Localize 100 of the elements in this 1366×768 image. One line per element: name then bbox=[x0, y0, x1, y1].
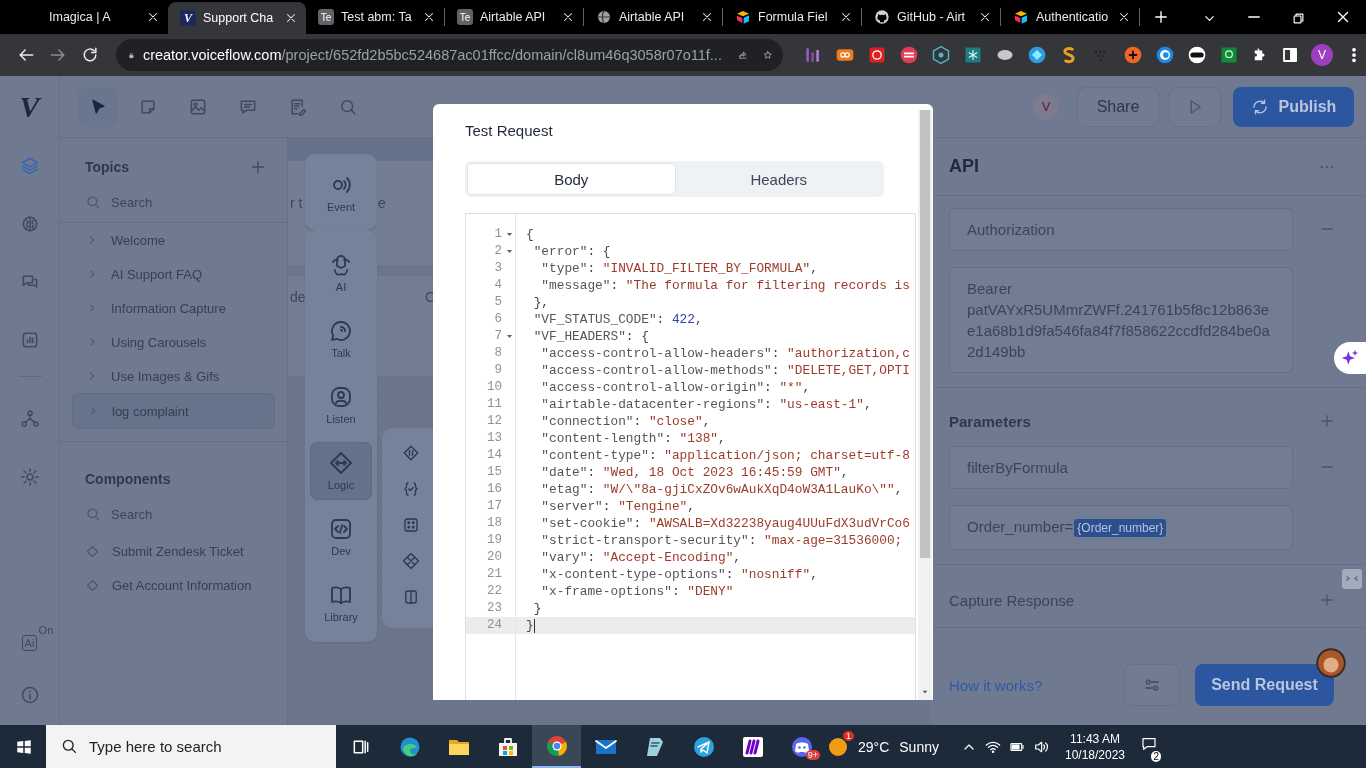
line-number: 5 bbox=[494, 294, 502, 311]
step-button[interactable]: Library bbox=[310, 574, 372, 632]
topic-item[interactable]: AI Support FAQ bbox=[72, 257, 275, 291]
sliders-icon bbox=[1143, 676, 1161, 694]
search-icon bbox=[85, 194, 101, 210]
scroll-down-icon[interactable] bbox=[921, 688, 929, 696]
close-tab-icon[interactable] bbox=[978, 10, 992, 24]
component-item[interactable]: Submit Zendesk Ticket bbox=[72, 534, 275, 568]
flow-nodes-icon[interactable] bbox=[19, 409, 40, 429]
browser-tab[interactable]: GitHub - Airt bbox=[862, 2, 1000, 32]
topic-item[interactable]: Use Images & Gifs bbox=[72, 359, 275, 393]
line-number: 21 bbox=[487, 566, 502, 583]
header-value-field[interactable]: Bearer patVAYxR5UMmrZWFf.241761b5f8c12b863ee1a68b1d9fa546fa84f7f858622ccdfd284be0a2d149bb bbox=[949, 267, 1293, 373]
profile-avatar[interactable]: V bbox=[1311, 44, 1333, 66]
line-number: 7 bbox=[494, 328, 502, 345]
user-avatar[interactable]: V bbox=[1033, 93, 1059, 120]
user-icon bbox=[329, 385, 353, 409]
bug-icon[interactable] bbox=[963, 45, 983, 65]
kite-icon[interactable] bbox=[1027, 45, 1047, 65]
fold-arrow-icon[interactable] bbox=[505, 247, 514, 256]
step-button[interactable]: Talk bbox=[310, 310, 372, 368]
dice-icon[interactable] bbox=[402, 516, 420, 534]
step-button[interactable]: Listen bbox=[310, 376, 372, 434]
header-key-field[interactable]: Authorization bbox=[949, 208, 1293, 251]
bot-avatar-icon[interactable] bbox=[1316, 648, 1346, 678]
browser-tab[interactable]: Formula Fiel bbox=[723, 2, 861, 32]
browser-tab[interactable]: Airtable API bbox=[584, 2, 722, 32]
topic-item[interactable]: Using Carousels bbox=[72, 325, 275, 359]
close-tab-icon[interactable] bbox=[284, 11, 298, 25]
side-panel-icon[interactable] bbox=[1281, 46, 1299, 64]
step-button[interactable]: Dev bbox=[310, 508, 372, 566]
stripes-icon[interactable] bbox=[899, 45, 919, 65]
code-line: "connection": "close", bbox=[540, 413, 712, 430]
browser-tab[interactable]: V Support Cha bbox=[168, 2, 306, 34]
line-number: 14 bbox=[487, 447, 502, 464]
weather-condition[interactable]: Sunny bbox=[899, 738, 939, 755]
send-request-button[interactable]: Send Request bbox=[1195, 664, 1334, 706]
param-key-field[interactable]: filterByFormula bbox=[949, 446, 1293, 489]
pill-icon[interactable] bbox=[1187, 45, 1207, 65]
fold-arrow-icon[interactable] bbox=[505, 332, 514, 341]
ring-icon[interactable] bbox=[1155, 45, 1175, 65]
step-button[interactable]: AI bbox=[310, 244, 372, 302]
line-number: 8 bbox=[494, 345, 502, 362]
line-number: 12 bbox=[487, 413, 502, 430]
clock-time[interactable]: 11:43 AM bbox=[1070, 730, 1120, 747]
share-button[interactable]: Share bbox=[1077, 86, 1159, 127]
code-line: "VF_HEADERS": { bbox=[532, 328, 650, 345]
diamond-icon bbox=[85, 577, 100, 593]
variable-tag: {Order_number} bbox=[1074, 519, 1167, 537]
temperature[interactable]: 29°C bbox=[858, 738, 890, 755]
diamond-arrows-icon bbox=[329, 451, 353, 475]
cube-logo-icon bbox=[735, 9, 751, 25]
close-tab-icon[interactable] bbox=[146, 10, 160, 24]
leaf-badge-icon[interactable] bbox=[1219, 45, 1239, 65]
topic-item[interactable]: Welcome bbox=[72, 223, 275, 257]
diamond-cross-icon[interactable] bbox=[402, 552, 420, 570]
code-line: "access-control-allow-origin": "*", bbox=[540, 379, 812, 396]
browser-tab[interactable]: Te Airtable API bbox=[445, 2, 583, 32]
code-line: "strict-transport-security": "max-age=31536000; bbox=[540, 532, 904, 549]
pointer-icon[interactable] bbox=[78, 86, 118, 127]
assistant-button[interactable] bbox=[1334, 342, 1366, 374]
line-number: 19 bbox=[487, 532, 502, 549]
fold-arrow-icon[interactable] bbox=[505, 230, 514, 239]
notification-icon[interactable] bbox=[1141, 735, 1158, 752]
close-tab-icon[interactable] bbox=[839, 10, 853, 24]
browser-tab[interactable]: Imagica | A bbox=[30, 2, 168, 32]
plus-circle-icon[interactable] bbox=[1123, 45, 1143, 65]
taskbar-search-field[interactable]: Type here to search bbox=[46, 725, 336, 768]
section-title: Topics bbox=[85, 159, 130, 175]
tab[interactable]: Body bbox=[467, 163, 676, 195]
restore-icon[interactable] bbox=[1291, 11, 1306, 26]
address-bar[interactable]: creator.voiceflow.com/project/652fd2b5bc524687ac01ffcc/domain/cl8um46q3058r07o11f... bbox=[116, 39, 783, 71]
line-number: 20 bbox=[487, 549, 502, 566]
search-icon bbox=[85, 506, 101, 522]
new-tab-icon[interactable] bbox=[1152, 8, 1170, 26]
close-tab-icon[interactable] bbox=[700, 10, 714, 24]
topic-item[interactable]: Information Capture bbox=[72, 291, 275, 325]
hexagon-icon[interactable] bbox=[931, 45, 951, 65]
component-item[interactable]: Get Account Information bbox=[72, 568, 275, 602]
cat-silhouette-icon bbox=[874, 9, 890, 25]
split-panel-icon[interactable] bbox=[402, 588, 420, 606]
browser-tab[interactable]: Authenticatio bbox=[1001, 2, 1139, 32]
tab[interactable]: Headers bbox=[675, 163, 882, 195]
param-value-field[interactable]: Order_number= {Order_number} bbox=[949, 505, 1293, 550]
scrollbar-thumb[interactable] bbox=[920, 110, 930, 558]
app-logo[interactable]: V bbox=[19, 90, 40, 124]
braces-check-icon[interactable] bbox=[402, 480, 420, 498]
close-tab-icon[interactable] bbox=[422, 10, 436, 24]
publish-button[interactable]: Publish bbox=[1233, 86, 1354, 127]
browser-tab[interactable]: Te Test abm: Ta bbox=[306, 2, 444, 32]
condition-diamond-icon[interactable] bbox=[402, 444, 420, 462]
taskbar-app[interactable]: 9+ bbox=[777, 725, 826, 768]
close-tab-icon[interactable] bbox=[1117, 10, 1131, 24]
close-tab-icon[interactable] bbox=[561, 10, 575, 24]
start-icon[interactable] bbox=[15, 737, 33, 756]
section-title: Parameters bbox=[949, 412, 1031, 430]
step-button[interactable]: Logic bbox=[310, 442, 372, 500]
line-number: 15 bbox=[487, 464, 502, 481]
clock-date[interactable]: 10/18/2023 bbox=[1065, 746, 1126, 763]
line-number: 9 bbox=[494, 362, 502, 379]
